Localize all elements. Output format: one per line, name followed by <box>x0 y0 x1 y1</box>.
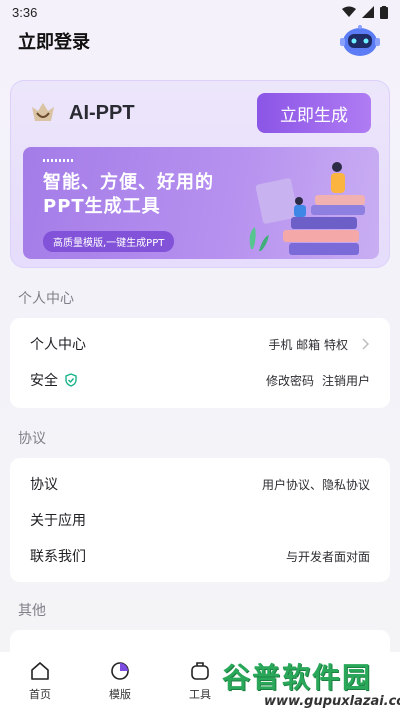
tools-icon <box>191 662 209 680</box>
promo-card: AI-PPT 立即生成 智能、方便、好用的 PPT生成工具 高质量模版,一键生成… <box>10 80 390 268</box>
banner-headline: 智能、方便、好用的 PPT生成工具 <box>43 171 253 219</box>
robot-avatar-icon[interactable] <box>338 24 382 58</box>
row-security: 安全 修改密码 注销用户 <box>10 362 390 398</box>
row-agreement[interactable]: 协议 用户协议、隐私协议 <box>10 466 390 502</box>
agreement-card: 协议 用户协议、隐私协议 关于应用 联系我们 与开发者面对面 <box>10 458 390 582</box>
signal-icon <box>362 6 374 18</box>
wifi-icon <box>342 6 356 17</box>
chevron-right-icon <box>362 338 369 350</box>
shield-check-icon <box>65 373 77 387</box>
status-bar: 3:36 <box>0 0 400 24</box>
row-label: 个人中心 <box>30 337 86 353</box>
section-personal-title: 个人中心 <box>18 291 74 307</box>
battery-icon <box>380 5 388 19</box>
tab-label: 模版 <box>109 688 131 701</box>
app-logo-icon <box>32 103 54 121</box>
row-label: 关于应用 <box>30 513 86 529</box>
books-people-illustration <box>249 162 365 255</box>
login-title[interactable]: 立即登录 <box>18 28 90 54</box>
banner-subtitle: 高质量模版,一键生成PPT <box>43 231 175 252</box>
row-value: 与开发者面对面 <box>285 549 370 564</box>
generate-now-button[interactable]: 立即生成 <box>257 93 371 133</box>
row-label: 联系我们 <box>30 549 86 565</box>
banner-line-2: PPT生成工具 <box>43 196 161 217</box>
watermark-title: 谷普软件园 <box>222 661 373 694</box>
status-time: 3:36 <box>12 4 38 20</box>
tab-templates[interactable]: 模版 <box>80 652 160 712</box>
tab-label: 首页 <box>29 688 51 701</box>
tab-home[interactable]: 首页 <box>0 652 80 712</box>
row-about-app[interactable]: 关于应用 <box>10 502 390 538</box>
app-name: AI-PPT <box>69 101 135 124</box>
promo-banner[interactable]: 智能、方便、好用的 PPT生成工具 高质量模版,一键生成PPT <box>23 147 379 259</box>
template-icon <box>111 662 129 680</box>
section-agreement-title: 协议 <box>18 431 46 447</box>
row-value: 用户协议、隐私协议 <box>261 477 370 492</box>
personal-card: 个人中心 手机 邮箱 特权 安全 修改密码 注销用户 <box>10 318 390 408</box>
row-value: 手机 邮箱 特权 <box>268 337 348 352</box>
section-other-title: 其他 <box>18 603 46 619</box>
row-contact-us[interactable]: 联系我们 与开发者面对面 <box>10 538 390 574</box>
header: 立即登录 <box>0 24 400 58</box>
row-label: 协议 <box>30 477 58 493</box>
tab-label: 工具 <box>189 688 211 701</box>
home-icon <box>31 662 49 680</box>
change-password-link[interactable]: 修改密码 <box>266 372 314 389</box>
delete-account-link[interactable]: 注销用户 <box>322 372 370 389</box>
row-label: 安全 <box>30 373 58 389</box>
row-personal-center[interactable]: 个人中心 手机 邮箱 特权 <box>10 326 390 362</box>
site-watermark: 谷普软件园 www.gupuxlazai.com <box>218 656 400 710</box>
banner-line-1: 智能、方便、好用的 <box>43 172 214 193</box>
banner-dots <box>43 159 75 162</box>
watermark-url: www.gupuxlazai.com <box>264 694 400 709</box>
